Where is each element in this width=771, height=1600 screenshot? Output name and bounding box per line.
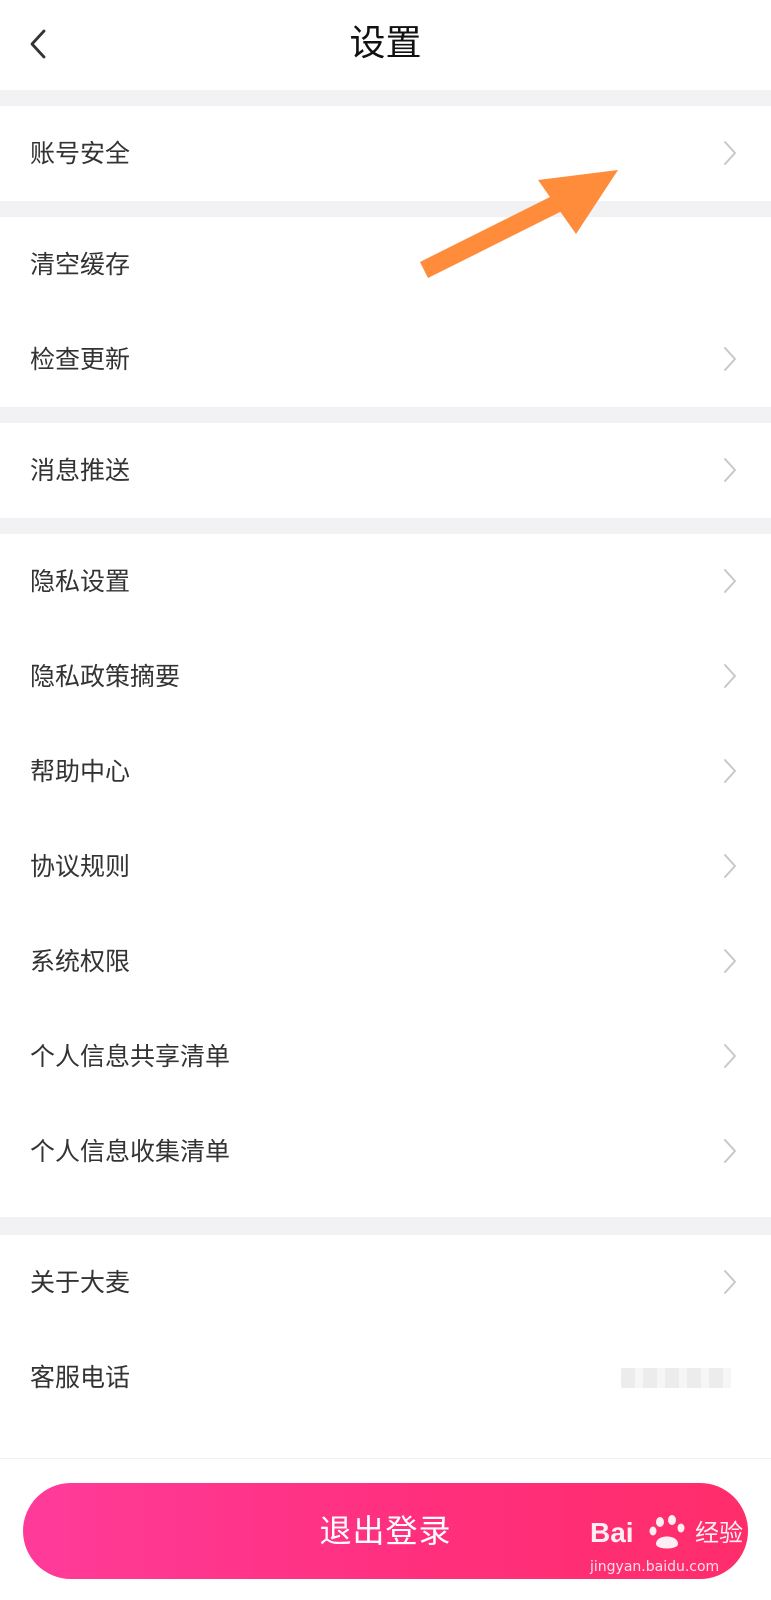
settings-item-label: 隐私设置	[30, 567, 131, 596]
settings-item-label: 账号安全	[30, 139, 131, 168]
paw-icon	[649, 1515, 685, 1549]
group-divider	[0, 518, 771, 534]
settings-item-label: 个人信息共享清单	[30, 1042, 231, 1071]
group-divider	[0, 90, 771, 106]
settings-item-system-permissions[interactable]: 系统权限	[0, 914, 771, 1009]
settings-item-label: 客服电话	[30, 1363, 131, 1392]
settings-item-label: 系统权限	[30, 947, 131, 976]
chevron-right-icon	[724, 1139, 736, 1163]
top-nav-bar: 设置	[0, 0, 771, 90]
chevron-right-icon	[724, 458, 736, 482]
settings-item-label: 检查更新	[30, 345, 131, 374]
settings-item-label: 消息推送	[30, 456, 131, 485]
settings-item-about[interactable]: 关于大麦	[0, 1235, 771, 1330]
settings-item-privacy-settings[interactable]: 隐私设置	[0, 534, 771, 629]
annotation-arrow-icon	[419, 170, 618, 279]
settings-item-info-collection-list[interactable]: 个人信息收集清单	[0, 1104, 771, 1199]
chevron-right-icon	[724, 759, 736, 783]
settings-item-info-sharing-list[interactable]: 个人信息共享清单	[0, 1009, 771, 1104]
watermark-brand: Bai	[590, 1517, 634, 1548]
watermark-suffix: 经验	[695, 1519, 743, 1547]
chevron-right-icon	[724, 1044, 736, 1068]
settings-item-agreement-rules[interactable]: 协议规则	[0, 819, 771, 914]
settings-item-label: 帮助中心	[30, 757, 131, 786]
chevron-right-icon	[724, 949, 736, 973]
page-title: 设置	[349, 23, 422, 64]
chevron-right-icon	[724, 664, 736, 688]
chevron-right-icon	[724, 854, 736, 878]
group-divider	[0, 407, 771, 423]
settings-item-label: 隐私政策摘要	[30, 662, 181, 691]
chevron-right-icon	[724, 141, 736, 165]
settings-item-check-update[interactable]: 检查更新	[0, 312, 771, 407]
settings-item-privacy-policy-summary[interactable]: 隐私政策摘要	[0, 629, 771, 724]
settings-item-push-notifications[interactable]: 消息推送	[0, 423, 771, 518]
phone-number-blurred	[621, 1368, 731, 1388]
settings-item-label: 清空缓存	[30, 250, 131, 279]
chevron-right-icon	[724, 1270, 736, 1294]
settings-item-label: 关于大麦	[30, 1268, 131, 1297]
settings-item-clear-cache[interactable]: 清空缓存	[0, 217, 771, 312]
chevron-right-icon	[724, 569, 736, 593]
watermark-url: jingyan.baidu.com	[590, 1559, 720, 1575]
settings-item-help-center[interactable]: 帮助中心	[0, 724, 771, 819]
group-divider	[0, 201, 771, 217]
settings-item-account-security[interactable]: 账号安全	[0, 106, 771, 201]
settings-item-label: 协议规则	[30, 852, 131, 881]
group-divider	[0, 1217, 771, 1235]
settings-item-customer-service-phone[interactable]: 客服电话	[0, 1330, 771, 1425]
baidu-jingyan-watermark: Bai 经验 jingyan.baidu.com	[590, 1510, 760, 1590]
chevron-right-icon	[724, 347, 736, 371]
settings-item-label: 个人信息收集清单	[30, 1137, 231, 1166]
divider	[0, 1458, 771, 1459]
